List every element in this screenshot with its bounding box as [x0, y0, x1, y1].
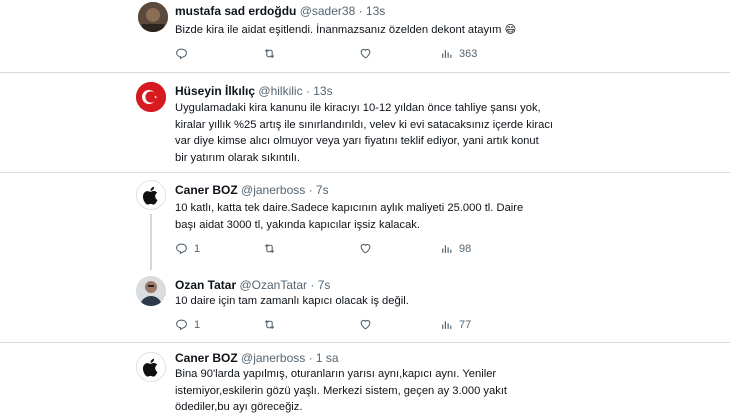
retweet-button[interactable]	[263, 242, 282, 255]
author-handle[interactable]: @janerboss	[241, 183, 305, 197]
like-button[interactable]	[359, 242, 378, 255]
section-divider	[0, 172, 730, 173]
reply-button[interactable]: 1	[175, 318, 200, 331]
reply-button[interactable]: 1	[175, 242, 200, 255]
apple-logo-icon	[137, 353, 165, 381]
tweet-text: Bizde kira ile aidat eşitlendi. İnanmazs…	[175, 24, 517, 36]
retweet-icon	[264, 319, 275, 330]
avatar-janerboss[interactable]	[136, 180, 166, 210]
like-button[interactable]	[359, 47, 378, 60]
section-divider	[0, 342, 730, 343]
avatar-hilkilic[interactable]	[136, 82, 166, 112]
reply-icon	[176, 48, 187, 60]
avatar-photo-icon	[136, 276, 166, 306]
author-handle[interactable]: @sader38	[300, 4, 356, 18]
tweet-text: Uygulamadaki kira kanunu ile kiracıyı 10…	[175, 102, 554, 164]
views-button[interactable]: 98	[440, 242, 471, 255]
timestamp[interactable]: · 7s	[310, 278, 330, 292]
retweet-button[interactable]	[263, 318, 282, 331]
retweet-icon	[264, 243, 275, 254]
apple-logo-icon	[137, 181, 165, 209]
view-count: 363	[459, 47, 478, 60]
avatar-sader38[interactable]	[138, 2, 168, 32]
heart-icon	[360, 243, 371, 254]
views-icon	[442, 245, 452, 253]
views-icon	[442, 321, 452, 329]
timestamp[interactable]: · 13s	[359, 4, 386, 18]
reply-button[interactable]	[175, 47, 194, 60]
avatar-janerboss[interactable]	[136, 352, 166, 382]
tweet-text: Bina 90'larda yapılmış, oturanların yarı…	[175, 368, 508, 413]
retweet-button[interactable]	[263, 47, 282, 60]
reply-icon	[176, 319, 187, 331]
views-button[interactable]: 363	[440, 47, 477, 60]
views-icon	[442, 50, 452, 58]
tweet-actions: 1 98	[175, 242, 545, 258]
tweet-actions: 363	[175, 47, 545, 63]
reply-icon	[176, 243, 187, 255]
tweet-text: 10 daire için tam zamanlı kapıcı olacak …	[175, 295, 409, 307]
views-button[interactable]: 77	[440, 318, 471, 331]
author-handle[interactable]: @OzanTatar	[239, 278, 307, 292]
author-name[interactable]: Ozan Tatar	[175, 278, 236, 292]
reply-count: 1	[194, 318, 201, 331]
heart-icon	[360, 319, 371, 330]
section-divider	[0, 72, 730, 73]
thread-line	[150, 214, 152, 270]
reply-count: 1	[194, 242, 201, 255]
timestamp[interactable]: · 1 sa	[309, 351, 339, 365]
tweet-actions: 1 77	[175, 318, 545, 334]
view-count: 98	[459, 242, 472, 255]
avatar-photo-icon	[138, 2, 168, 32]
timestamp[interactable]: · 7s	[309, 183, 329, 197]
turkish-flag-icon	[136, 82, 166, 112]
like-button[interactable]	[359, 318, 378, 331]
author-handle[interactable]: @janerboss	[241, 351, 305, 365]
retweet-icon	[264, 48, 275, 59]
heart-icon	[360, 48, 371, 59]
timestamp[interactable]: · 13s	[306, 84, 333, 98]
author-name[interactable]: Caner BOZ	[175, 351, 238, 365]
tweet-text: 10 katlı, katta tek daire.Sadece kapıcın…	[175, 202, 524, 231]
author-handle[interactable]: @hilkilic	[258, 84, 302, 98]
avatar-ozantatar[interactable]	[136, 276, 166, 306]
author-name[interactable]: Hüseyin İlkılıç	[175, 84, 255, 98]
author-name[interactable]: mustafa sad erdoğdu	[175, 4, 296, 18]
author-name[interactable]: Caner BOZ	[175, 183, 238, 197]
view-count: 77	[459, 318, 472, 331]
